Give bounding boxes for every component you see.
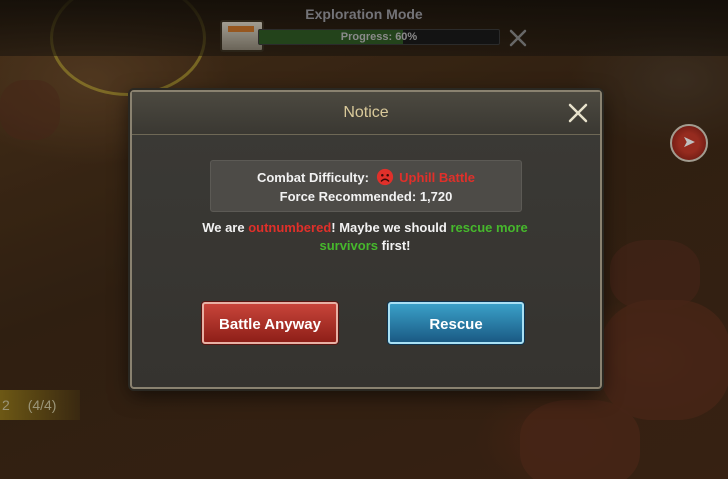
notice-dialog: Notice Combat Difficulty: Uphill Battle … — [130, 90, 602, 389]
sad-face-icon — [376, 168, 393, 186]
notice-message: We are outnumbered! Maybe we should resc… — [192, 219, 538, 255]
message-text: ! Maybe we should — [331, 220, 451, 235]
battle-anyway-button[interactable]: Battle Anyway — [202, 302, 338, 344]
force-line: Force Recommended: 1,720 — [211, 189, 521, 204]
dialog-title: Notice — [343, 104, 389, 121]
force-value: 1,720 — [419, 189, 453, 204]
difficulty-line: Combat Difficulty: Uphill Battle — [211, 168, 521, 186]
dialog-header: Notice — [132, 92, 600, 135]
message-outnumbered: outnumbered — [248, 220, 332, 235]
difficulty-label: Combat Difficulty: — [256, 170, 369, 185]
message-text: We are — [202, 220, 249, 235]
combat-info-box: Combat Difficulty: Uphill Battle Force R… — [210, 160, 522, 212]
message-text: first! — [378, 238, 411, 253]
rescue-button[interactable]: Rescue — [388, 302, 524, 344]
difficulty-value: Uphill Battle — [399, 170, 476, 185]
close-icon[interactable] — [566, 101, 590, 125]
force-label: Force Recommended: — [279, 189, 417, 204]
